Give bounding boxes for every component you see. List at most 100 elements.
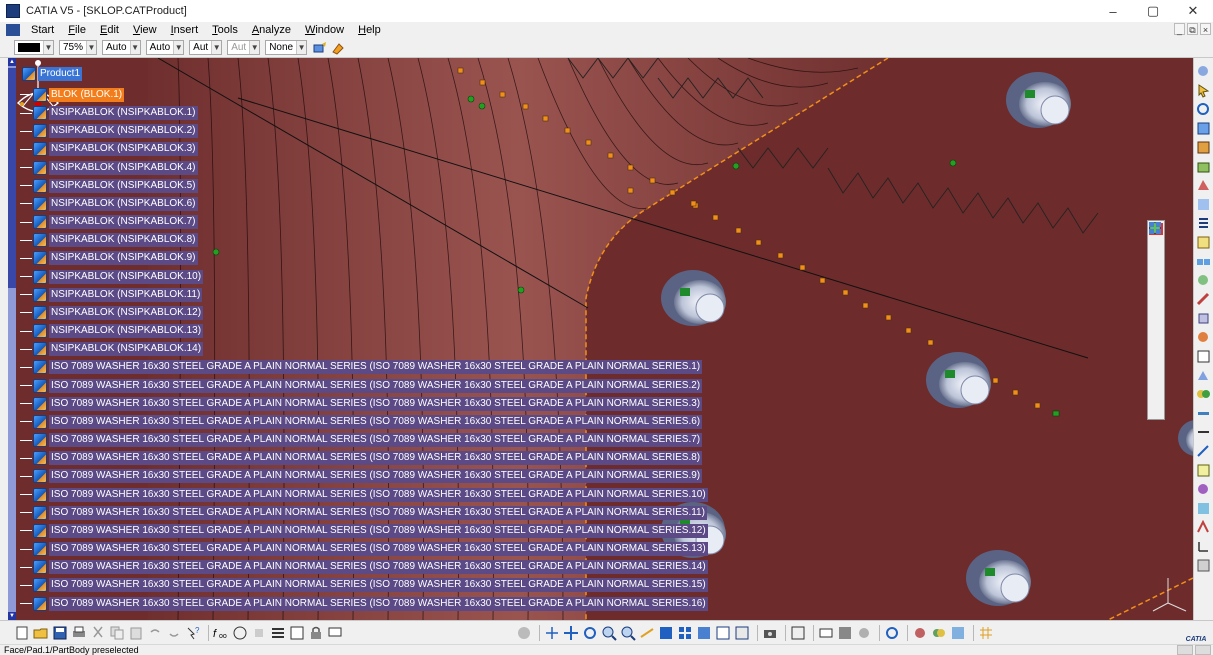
quick-constraint-icon[interactable]: [1149, 222, 1163, 360]
pan-icon[interactable]: [563, 625, 579, 641]
scroll-thumb[interactable]: [8, 68, 16, 288]
material-icon[interactable]: [856, 625, 872, 641]
formula-icon[interactable]: f oo: [213, 625, 229, 641]
design-mode-icon[interactable]: [790, 625, 806, 641]
save-icon[interactable]: [52, 625, 68, 641]
apply-material-icon[interactable]: [884, 625, 900, 641]
minimize-button[interactable]: –: [1093, 0, 1133, 22]
tree-item[interactable]: ISO 7089 WASHER 16x30 STEEL GRADE A PLAI…: [20, 487, 708, 503]
tree-item[interactable]: NSIPKABLOK (NSIPKABLOK.13): [20, 323, 204, 339]
clash-icon[interactable]: [1196, 387, 1211, 402]
tree-item[interactable]: ISO 7089 WASHER 16x30 STEEL GRADE A PLAI…: [20, 414, 703, 430]
swap-visible-space-icon[interactable]: [734, 625, 750, 641]
change-constraint-icon[interactable]: [1149, 223, 1163, 396]
thickness-combo[interactable]: Auto ▼: [145, 40, 185, 55]
annotation-icon[interactable]: [1196, 501, 1211, 516]
undo-icon[interactable]: [147, 625, 163, 641]
fit-all-in-icon[interactable]: [544, 625, 560, 641]
new-part-icon[interactable]: [1196, 178, 1211, 193]
rotate-icon[interactable]: [582, 625, 598, 641]
tree-item[interactable]: ISO 7089 WASHER 16x30 STEEL GRADE A PLAI…: [20, 559, 708, 575]
paste-icon[interactable]: [128, 625, 144, 641]
specification-tree[interactable]: ▲ ▼ Product1 BLOK (BLOK.1) NSIPKABLOK (NSI…: [8, 58, 708, 620]
zoom-in-icon[interactable]: [601, 625, 617, 641]
menu-file[interactable]: File: [61, 24, 93, 36]
tree-item[interactable]: NSIPKABLOK (NSIPKABLOK.8): [20, 232, 198, 248]
doc-close-button[interactable]: ×: [1200, 23, 1211, 35]
tree-item[interactable]: NSIPKABLOK (NSIPKABLOK.5): [20, 178, 198, 194]
group-icon[interactable]: [837, 625, 853, 641]
maximize-button[interactable]: ▢: [1133, 0, 1173, 22]
measure-inertia-icon[interactable]: [1196, 482, 1211, 497]
angle-constraint-icon[interactable]: [1149, 221, 1163, 306]
menu-analyze[interactable]: Analyze: [245, 24, 298, 36]
section-view-icon[interactable]: [818, 625, 834, 641]
linewidth-combo[interactable]: Aut ▼: [189, 40, 223, 55]
linetype-combo[interactable]: Auto ▼: [102, 40, 141, 55]
tree-item[interactable]: ISO 7089 WASHER 16x30 STEEL GRADE A PLAI…: [20, 596, 708, 612]
tree-item[interactable]: ISO 7089 WASHER 16x30 STEEL GRADE A PLAI…: [20, 378, 703, 394]
replace-component-icon[interactable]: [1196, 197, 1211, 212]
axis-system-icon[interactable]: [1196, 539, 1211, 554]
update-icon[interactable]: [1196, 102, 1211, 117]
tree-item[interactable]: ISO 7089 WASHER 16x30 STEEL GRADE A PLAI…: [20, 450, 703, 466]
multi-view-icon[interactable]: [677, 625, 693, 641]
tree-item[interactable]: NSIPKABLOK (NSIPKABLOK.10): [20, 269, 204, 285]
tree-item[interactable]: ISO 7089 WASHER 16x30 STEEL GRADE A PLAI…: [20, 432, 703, 448]
camera-icon[interactable]: [762, 625, 778, 641]
tree-item[interactable]: ISO 7089 WASHER 16x30 STEEL GRADE A PLAI…: [20, 577, 708, 593]
tree-item[interactable]: NSIPKABLOK (NSIPKABLOK.14): [20, 341, 204, 357]
snap-icon[interactable]: [1196, 292, 1211, 307]
catalog-icon[interactable]: [270, 625, 286, 641]
menu-window[interactable]: Window: [298, 24, 351, 36]
compute-clash-icon[interactable]: [931, 625, 947, 641]
tree-item[interactable]: NSIPKABLOK (NSIPKABLOK.6): [20, 196, 198, 212]
select-icon[interactable]: [1196, 83, 1211, 98]
copy-icon[interactable]: [109, 625, 125, 641]
menu-tools[interactable]: Tools: [205, 24, 245, 36]
new-product-icon[interactable]: [1196, 159, 1211, 174]
tree-item[interactable]: ISO 7089 WASHER 16x30 STEEL GRADE A PLAI…: [20, 468, 703, 484]
close-button[interactable]: ✕: [1173, 0, 1213, 22]
tree-item[interactable]: NSIPKABLOK (NSIPKABLOK.3): [20, 141, 198, 157]
comment-icon[interactable]: [327, 625, 343, 641]
tree-root-product[interactable]: Product1: [22, 66, 83, 82]
tree-item[interactable]: NSIPKABLOK (NSIPKABLOK.1): [20, 105, 198, 121]
point-symbol-combo[interactable]: Aut ▼: [227, 40, 261, 55]
contact-constraint-icon[interactable]: [1149, 222, 1163, 270]
cutting-plane-icon[interactable]: [950, 625, 966, 641]
layer-combo[interactable]: None ▼: [265, 40, 308, 55]
redo-icon[interactable]: [166, 625, 182, 641]
doc-minimize-button[interactable]: _: [1174, 23, 1185, 35]
scroll-down-icon[interactable]: ▼: [8, 612, 16, 620]
tree-item[interactable]: NSIPKABLOK (NSIPKABLOK.7): [20, 214, 198, 230]
offset-constraint-icon[interactable]: [1149, 222, 1163, 288]
reuse-pattern-icon[interactable]: [1149, 222, 1163, 414]
menu-insert[interactable]: Insert: [164, 24, 206, 36]
flexible-subassembly-icon[interactable]: [1149, 224, 1163, 378]
whats-this-icon[interactable]: ?: [185, 625, 201, 641]
status-button[interactable]: [1195, 645, 1211, 655]
fly-mode-icon[interactable]: [516, 625, 532, 641]
measure-item-icon[interactable]: [1196, 463, 1211, 478]
explode-icon[interactable]: [1196, 311, 1211, 326]
menu-view[interactable]: View: [126, 24, 164, 36]
design-table-icon[interactable]: [289, 625, 305, 641]
existing-component-icon[interactable]: [1196, 121, 1211, 136]
tree-item[interactable]: ISO 7089 WASHER 16x30 STEEL GRADE A PLAI…: [20, 396, 703, 412]
format-painter-icon[interactable]: [330, 40, 346, 56]
new-component-icon[interactable]: [1196, 140, 1211, 155]
fix-component-icon[interactable]: [1149, 222, 1163, 324]
generate-numbering-icon[interactable]: [1196, 235, 1211, 250]
color-combo[interactable]: ▼: [14, 40, 54, 55]
catalog-browser-icon[interactable]: [1196, 64, 1211, 79]
new-file-icon[interactable]: [14, 625, 30, 641]
tree-item[interactable]: NSIPKABLOK (NSIPKABLOK.12): [20, 305, 204, 321]
tree-item[interactable]: NSIPKABLOK (NSIPKABLOK.4): [20, 160, 198, 176]
scenes-icon[interactable]: [1196, 368, 1211, 383]
stop-manipulate-icon[interactable]: [1196, 330, 1211, 345]
start-icon[interactable]: [6, 24, 20, 36]
lock-icon[interactable]: [308, 625, 324, 641]
menu-help[interactable]: Help: [351, 24, 388, 36]
iso-view-icon[interactable]: [658, 625, 674, 641]
